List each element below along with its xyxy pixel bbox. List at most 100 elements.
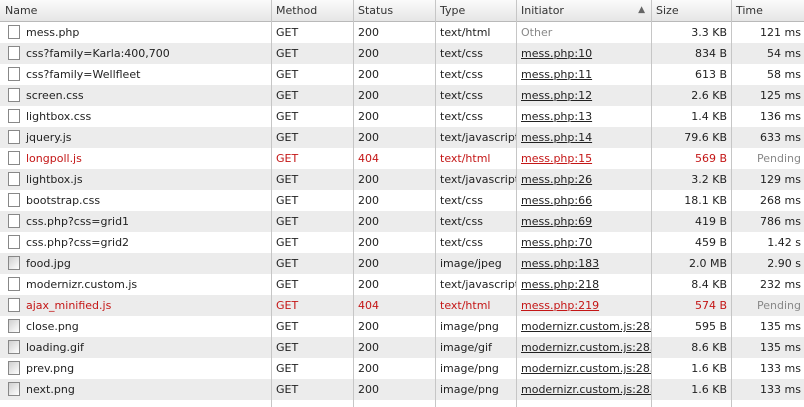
column-header-status[interactable]: Status: [353, 0, 435, 21]
initiator-link[interactable]: mess.php:10: [521, 47, 592, 60]
initiator-link[interactable]: modernizr.custom.js:283: [521, 383, 651, 396]
request-initiator[interactable]: mess.php:15: [521, 148, 651, 169]
table-row[interactable]: modernizr.custom.js GET 200 text/javascript…: [0, 274, 804, 295]
column-header-type[interactable]: Type: [435, 0, 516, 21]
document-icon: [8, 277, 20, 291]
table-row[interactable]: ajax_minified.js GET 404 text/html mess.php:…: [0, 295, 804, 316]
request-name-cell[interactable]: loading.gif: [8, 337, 270, 358]
request-initiator[interactable]: mess.php:69: [521, 211, 651, 232]
request-initiator[interactable]: mess.php:70: [521, 232, 651, 253]
table-row[interactable]: jquery.js GET 200 text/javascript mess.php:1…: [0, 127, 804, 148]
request-initiator[interactable]: mess.php:183: [521, 253, 651, 274]
table-row[interactable]: css?family=Wellfleet GET 200 text/css mess.p…: [0, 64, 804, 85]
request-initiator[interactable]: mess.php:14: [521, 127, 651, 148]
request-status: 200: [358, 383, 379, 396]
initiator-link[interactable]: mess.php:12: [521, 89, 592, 102]
request-initiator[interactable]: mess.php:66: [521, 190, 651, 211]
request-name-cell[interactable]: css.php?css=grid1: [8, 211, 270, 232]
table-row[interactable]: css?family=Karla:400,700 GET 200 text/css me…: [0, 43, 804, 64]
table-row[interactable]: longpoll.js GET 404 text/html mess.php:15 569…: [0, 148, 804, 169]
table-row[interactable]: mess.php GET 200 text/html Other 3.3 KB 121 ms: [0, 22, 804, 43]
column-divider[interactable]: [651, 0, 652, 407]
initiator-link[interactable]: mess.php:13: [521, 110, 592, 123]
request-initiator[interactable]: modernizr.custom.js:283: [521, 316, 651, 337]
request-status: 200: [358, 89, 379, 102]
table-row[interactable]: bootstrap.css GET 200 text/css mess.php:66 18…: [0, 190, 804, 211]
image-icon: [8, 361, 20, 375]
request-name-cell[interactable]: close.png: [8, 316, 270, 337]
request-name-cell[interactable]: screen.css: [8, 85, 270, 106]
column-divider[interactable]: [435, 0, 436, 407]
request-name-cell[interactable]: prev.png: [8, 358, 270, 379]
request-name-cell[interactable]: food.jpg: [8, 253, 270, 274]
request-status: 200: [358, 68, 379, 81]
request-initiator[interactable]: mess.php:12: [521, 85, 651, 106]
table-row[interactable]: loading.gif GET 200 image/gif modernizr.cust…: [0, 337, 804, 358]
initiator-link[interactable]: mess.php:11: [521, 68, 592, 81]
request-name-cell[interactable]: jquery.js: [8, 127, 270, 148]
table-row[interactable]: css.php?css=grid2 GET 200 text/css mess.php:…: [0, 232, 804, 253]
initiator-link[interactable]: mess.php:15: [521, 152, 592, 165]
column-divider[interactable]: [271, 0, 272, 407]
request-name-cell[interactable]: css?family=Wellfleet: [8, 64, 270, 85]
request-initiator[interactable]: mess.php:219: [521, 295, 651, 316]
initiator-link[interactable]: mess.php:66: [521, 194, 592, 207]
column-header-time[interactable]: Time: [731, 0, 804, 21]
request-initiator[interactable]: mess.php:13: [521, 106, 651, 127]
request-name-cell[interactable]: bootstrap.css: [8, 190, 270, 211]
request-status: 200: [358, 173, 379, 186]
table-row[interactable]: prev.png GET 200 image/png modernizr.custom.…: [0, 358, 804, 379]
request-initiator[interactable]: mess.php:218: [521, 274, 651, 295]
column-header-name[interactable]: Name: [0, 0, 271, 21]
initiator-link[interactable]: mess.php:219: [521, 299, 599, 312]
column-divider[interactable]: [516, 0, 517, 407]
initiator-link[interactable]: mess.php:183: [521, 257, 599, 270]
request-name-cell[interactable]: css?family=Karla:400,700: [8, 43, 270, 64]
request-status: 200: [358, 257, 379, 270]
request-name-cell[interactable]: lightbox.js: [8, 169, 270, 190]
table-row[interactable]: close.png GET 200 image/png modernizr.custom…: [0, 316, 804, 337]
request-name-cell[interactable]: longpoll.js: [8, 148, 270, 169]
request-name: screen.css: [26, 89, 84, 102]
request-name-cell[interactable]: next.png: [8, 379, 270, 400]
column-header-size[interactable]: Size: [651, 0, 731, 21]
column-header-method[interactable]: Method: [271, 0, 353, 21]
request-method: GET: [276, 47, 299, 60]
column-divider[interactable]: [731, 0, 732, 407]
request-time: 2.90 s: [767, 257, 801, 270]
initiator-link[interactable]: modernizr.custom.js:283: [521, 341, 651, 354]
table-row[interactable]: lightbox.js GET 200 text/javascript mess.php…: [0, 169, 804, 190]
initiator-link[interactable]: modernizr.custom.js:283: [521, 320, 651, 333]
column-divider[interactable]: [353, 0, 354, 407]
request-initiator[interactable]: mess.php:11: [521, 64, 651, 85]
request-initiator[interactable]: mess.php:26: [521, 169, 651, 190]
request-initiator[interactable]: modernizr.custom.js:283: [521, 337, 651, 358]
request-name-cell[interactable]: ajax_minified.js: [8, 295, 270, 316]
request-time: Pending: [757, 299, 801, 312]
request-name-cell[interactable]: modernizr.custom.js: [8, 274, 270, 295]
request-name-cell[interactable]: mess.php: [8, 22, 270, 43]
initiator-link[interactable]: mess.php:14: [521, 131, 592, 144]
request-name: css?family=Wellfleet: [26, 68, 141, 81]
column-header-initiator[interactable]: Initiator ▲: [516, 0, 651, 21]
request-name-cell[interactable]: lightbox.css: [8, 106, 270, 127]
request-initiator[interactable]: mess.php:10: [521, 43, 651, 64]
request-type: text/css: [440, 68, 483, 81]
table-row[interactable]: food.jpg GET 200 image/jpeg mess.php:183 2.0 …: [0, 253, 804, 274]
initiator-link[interactable]: mess.php:218: [521, 278, 599, 291]
table-row[interactable]: screen.css GET 200 text/css mess.php:12 2.6 K…: [0, 85, 804, 106]
initiator-link[interactable]: mess.php:26: [521, 173, 592, 186]
table-row[interactable]: lightbox.css GET 200 text/css mess.php:13 1.4…: [0, 106, 804, 127]
request-name-cell[interactable]: css.php?css=grid2: [8, 232, 270, 253]
initiator-link[interactable]: mess.php:69: [521, 215, 592, 228]
request-type: text/css: [440, 110, 483, 123]
request-time: 121 ms: [760, 26, 801, 39]
column-header-initiator-label: Initiator: [521, 4, 564, 17]
table-row[interactable]: css.php?css=grid1 GET 200 text/css mess.php:…: [0, 211, 804, 232]
request-initiator[interactable]: modernizr.custom.js:283: [521, 379, 651, 400]
request-initiator[interactable]: modernizr.custom.js:283: [521, 358, 651, 379]
table-row[interactable]: next.png GET 200 image/png modernizr.custom.…: [0, 379, 804, 400]
image-icon: [8, 382, 20, 396]
initiator-link[interactable]: modernizr.custom.js:283: [521, 362, 651, 375]
initiator-link[interactable]: mess.php:70: [521, 236, 592, 249]
